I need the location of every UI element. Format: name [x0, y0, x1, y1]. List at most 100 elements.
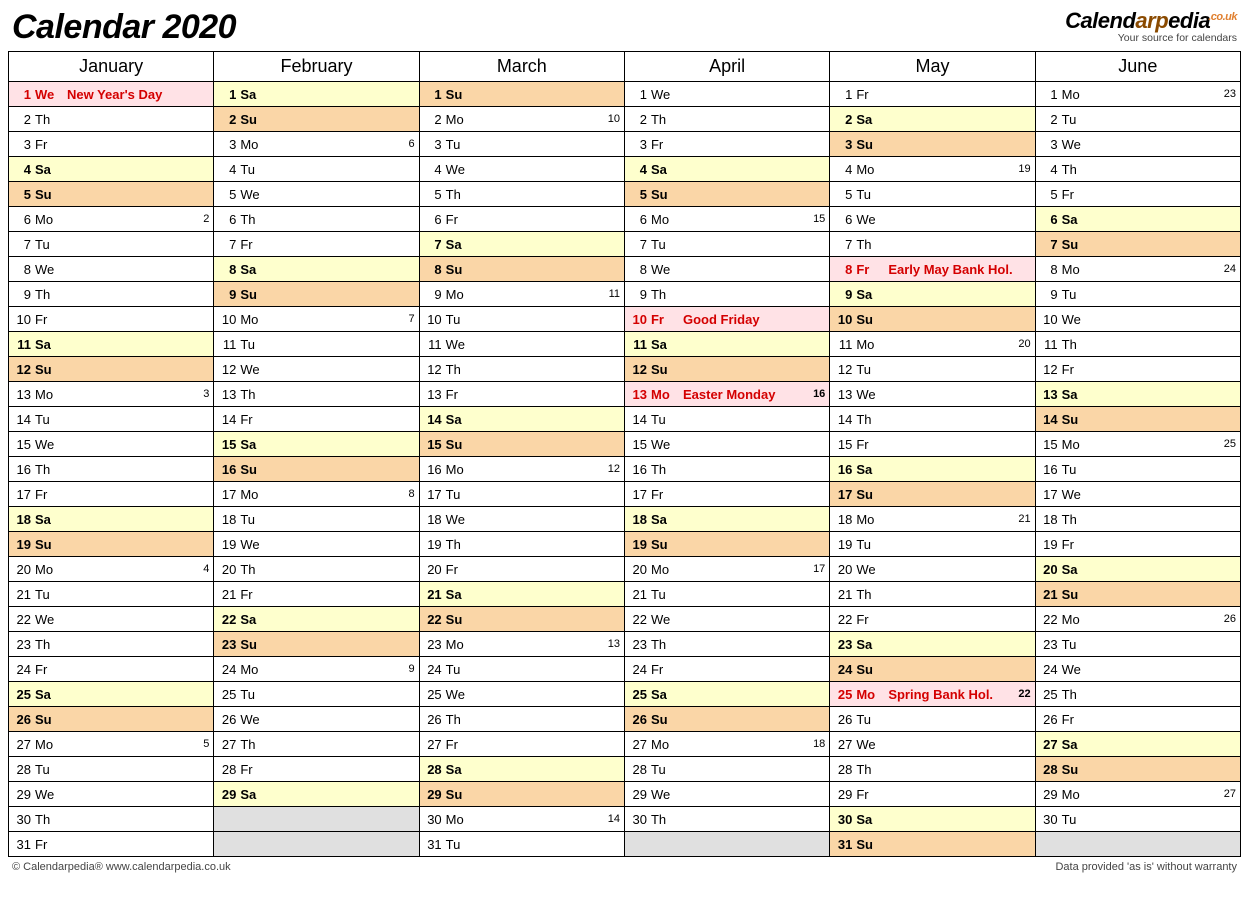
weekday-abbrev: Tu — [1062, 637, 1088, 652]
weekday-abbrev: Fr — [35, 487, 61, 502]
brand-logo: Calendarpedia.co.uk Your source for cale… — [1065, 8, 1237, 44]
day-number: 8 — [836, 262, 856, 277]
day-number: 5 — [631, 187, 651, 202]
calendar-day-cell: 22Sa — [214, 607, 419, 632]
day-number: 6 — [426, 212, 446, 227]
calendar-day-cell: 19Tu — [830, 532, 1035, 557]
day-number: 23 — [15, 637, 35, 652]
calendar-day-cell: 24Fr — [9, 657, 214, 682]
weekday-abbrev: Fr — [1062, 362, 1088, 377]
weekday-abbrev: Su — [446, 612, 472, 627]
calendar-day-cell: 10Su — [830, 307, 1035, 332]
day-number: 11 — [631, 337, 651, 352]
day-number: 26 — [15, 712, 35, 727]
day-number: 3 — [631, 137, 651, 152]
weekday-abbrev: Su — [856, 662, 882, 677]
weekday-abbrev: Th — [35, 287, 61, 302]
day-number: 5 — [426, 187, 446, 202]
week-number: 11 — [609, 288, 620, 300]
day-number: 5 — [1042, 187, 1062, 202]
weekday-abbrev: Sa — [446, 237, 472, 252]
day-number: 22 — [220, 612, 240, 627]
calendar-day-cell: 12Tu — [830, 357, 1035, 382]
day-number: 15 — [631, 437, 651, 452]
calendar-day-cell: 29Sa — [214, 782, 419, 807]
weekday-abbrev: We — [651, 787, 677, 802]
day-number: 31 — [15, 837, 35, 852]
weekday-abbrev: Sa — [240, 87, 266, 102]
day-number: 20 — [836, 562, 856, 577]
week-number: 3 — [203, 388, 209, 400]
calendar-day-cell: 22We — [9, 607, 214, 632]
day-number: 1 — [426, 87, 446, 102]
calendar-day-cell: 16Th — [624, 457, 829, 482]
day-number: 19 — [15, 537, 35, 552]
day-number: 12 — [836, 362, 856, 377]
day-number: 8 — [15, 262, 35, 277]
day-number: 18 — [426, 512, 446, 527]
day-number: 20 — [426, 562, 446, 577]
weekday-abbrev: Sa — [446, 412, 472, 427]
day-number: 30 — [836, 812, 856, 827]
calendar-day-cell: 16Tu — [1035, 457, 1240, 482]
calendar-day-cell: 30Sa — [830, 807, 1035, 832]
weekday-abbrev: Th — [240, 387, 266, 402]
weekday-abbrev: Tu — [240, 162, 266, 177]
calendar-day-cell: 1Sa — [214, 82, 419, 107]
week-number: 7 — [409, 313, 415, 325]
weekday-abbrev: Su — [1062, 587, 1088, 602]
day-number: 29 — [1042, 787, 1062, 802]
day-number: 11 — [426, 337, 446, 352]
weekday-abbrev: Tu — [856, 537, 882, 552]
calendar-day-cell: 14Tu — [624, 407, 829, 432]
holiday-label: Good Friday — [677, 312, 825, 327]
calendar-day-cell: 3Fr — [9, 132, 214, 157]
day-number: 13 — [631, 387, 651, 402]
day-number: 13 — [220, 387, 240, 402]
day-number: 2 — [220, 112, 240, 127]
calendar-day-cell: 11Sa — [9, 332, 214, 357]
calendar-day-cell: 20Fr — [419, 557, 624, 582]
day-number: 12 — [220, 362, 240, 377]
day-number: 10 — [220, 312, 240, 327]
calendar-day-cell: 5Fr — [1035, 182, 1240, 207]
calendar-table: JanuaryFebruaryMarchAprilMayJune 1WeNew … — [8, 51, 1241, 857]
day-number: 27 — [426, 737, 446, 752]
day-number: 22 — [631, 612, 651, 627]
calendar-day-cell: 23Mo13 — [419, 632, 624, 657]
weekday-abbrev: Mo — [1062, 437, 1088, 452]
weekday-abbrev: Mo — [446, 812, 472, 827]
calendar-day-cell: 7Tu — [624, 232, 829, 257]
weekday-abbrev: Sa — [240, 612, 266, 627]
weekday-abbrev: Tu — [35, 412, 61, 427]
day-number: 13 — [1042, 387, 1062, 402]
day-number: 18 — [631, 512, 651, 527]
day-number: 3 — [836, 137, 856, 152]
weekday-abbrev: Fr — [240, 237, 266, 252]
calendar-day-cell: 22Mo26 — [1035, 607, 1240, 632]
calendar-day-cell: 2Th — [9, 107, 214, 132]
day-number: 28 — [426, 762, 446, 777]
calendar-day-cell: 11Tu — [214, 332, 419, 357]
weekday-abbrev: Su — [651, 537, 677, 552]
day-number: 24 — [1042, 662, 1062, 677]
calendar-day-cell: 6Th — [214, 207, 419, 232]
weekday-abbrev: Th — [651, 462, 677, 477]
calendar-day-cell: 9Tu — [1035, 282, 1240, 307]
calendar-day-cell: 30Th — [624, 807, 829, 832]
day-number: 24 — [631, 662, 651, 677]
calendar-day-cell: 13Sa — [1035, 382, 1240, 407]
day-number: 29 — [426, 787, 446, 802]
month-header: April — [624, 52, 829, 82]
day-number: 24 — [836, 662, 856, 677]
weekday-abbrev: Fr — [240, 587, 266, 602]
weekday-abbrev: Fr — [651, 312, 677, 327]
weekday-abbrev: We — [856, 212, 882, 227]
weekday-abbrev: Sa — [1062, 562, 1088, 577]
calendar-day-cell: 19Th — [419, 532, 624, 557]
day-number: 22 — [426, 612, 446, 627]
weekday-abbrev: Tu — [35, 762, 61, 777]
weekday-abbrev: Fr — [240, 762, 266, 777]
calendar-day-cell: 26Fr — [1035, 707, 1240, 732]
weekday-abbrev: Sa — [446, 762, 472, 777]
